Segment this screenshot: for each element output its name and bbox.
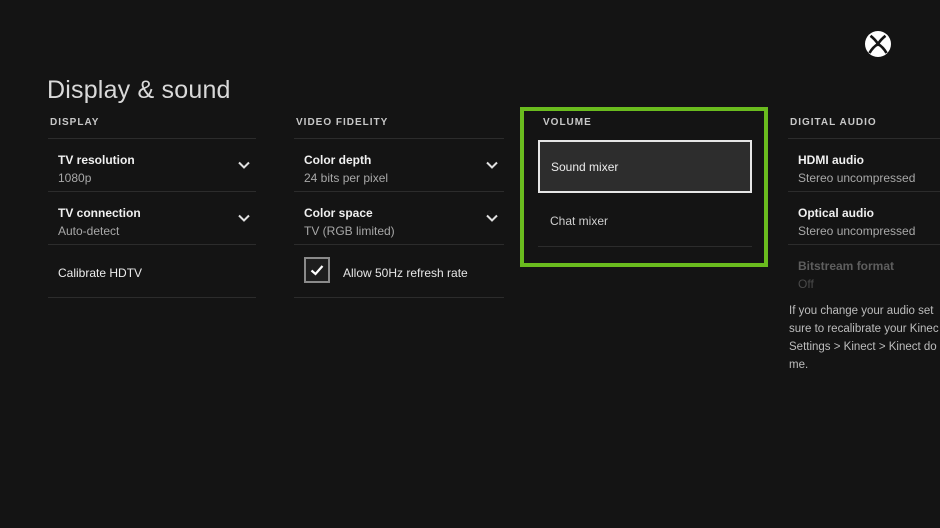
chat-mixer-label: Chat mixer xyxy=(550,214,609,228)
color-space-label: Color space xyxy=(304,206,373,220)
color-space-value: TV (RGB limited) xyxy=(304,224,395,238)
optical-audio-label: Optical audio xyxy=(798,206,875,220)
hdmi-audio-setting[interactable]: HDMI audio Stereo uncompressed xyxy=(788,139,940,192)
display-header: DISPLAY xyxy=(48,117,256,139)
video-fidelity-header: VIDEO FIDELITY xyxy=(294,117,504,139)
tv-resolution-label: TV resolution xyxy=(58,153,135,167)
hdmi-audio-value: Stereo uncompressed xyxy=(798,171,916,185)
note-line: sure to recalibrate your Kinec xyxy=(789,323,939,335)
tv-resolution-setting[interactable]: TV resolution 1080p xyxy=(48,139,256,192)
allow-50hz-label: Allow 50Hz refresh rate xyxy=(343,266,468,280)
digital-audio-header: DIGITAL AUDIO xyxy=(788,117,940,139)
digital-audio-section: DIGITAL AUDIO HDMI audio Stereo uncompre… xyxy=(788,117,940,298)
allow-50hz-setting[interactable]: Allow 50Hz refresh rate xyxy=(294,245,504,298)
optical-audio-value: Stereo uncompressed xyxy=(798,224,916,238)
chevron-down-icon xyxy=(486,161,498,169)
tv-resolution-value: 1080p xyxy=(58,171,92,185)
tv-connection-setting[interactable]: TV connection Auto-detect xyxy=(48,192,256,245)
hdmi-audio-label: HDMI audio xyxy=(798,153,864,167)
sound-mixer-button[interactable]: Sound mixer xyxy=(538,140,752,193)
checkmark-icon xyxy=(310,265,324,276)
bitstream-format-setting: Bitstream format Off xyxy=(788,245,940,298)
tv-connection-label: TV connection xyxy=(58,206,141,220)
optical-audio-setting[interactable]: Optical audio Stereo uncompressed xyxy=(788,192,940,245)
color-depth-label: Color depth xyxy=(304,153,372,167)
calibrate-hdtv-button[interactable]: Calibrate HDTV xyxy=(48,245,256,298)
page-title: Display & sound xyxy=(47,76,231,104)
chat-mixer-button[interactable]: Chat mixer xyxy=(538,194,752,247)
color-depth-value: 24 bits per pixel xyxy=(304,171,389,185)
tv-connection-value: Auto-detect xyxy=(58,224,120,238)
allow-50hz-checkbox[interactable] xyxy=(304,257,330,283)
chevron-down-icon xyxy=(238,214,250,222)
note-line: Settings > Kinect > Kinect do xyxy=(789,341,937,353)
display-section: DISPLAY TV resolution 1080p TV connectio… xyxy=(48,117,256,298)
video-fidelity-section: VIDEO FIDELITY Color depth 24 bits per p… xyxy=(294,117,504,298)
chevron-down-icon xyxy=(238,161,250,169)
note-line: me. xyxy=(789,359,809,371)
chevron-down-icon xyxy=(486,214,498,222)
color-depth-setting[interactable]: Color depth 24 bits per pixel xyxy=(294,139,504,192)
color-space-setting[interactable]: Color space TV (RGB limited) xyxy=(294,192,504,245)
bitstream-format-label: Bitstream format xyxy=(798,259,895,273)
bitstream-format-value: Off xyxy=(798,277,814,291)
xbox-logo-icon xyxy=(864,30,892,58)
kinect-recalibrate-note: If you change your audio set sure to rec… xyxy=(789,302,940,374)
volume-header: VOLUME xyxy=(543,117,592,128)
note-line: If you change your audio set xyxy=(789,305,934,317)
volume-section: VOLUME xyxy=(541,117,751,139)
sound-mixer-label: Sound mixer xyxy=(551,160,619,174)
calibrate-hdtv-label: Calibrate HDTV xyxy=(58,266,143,280)
